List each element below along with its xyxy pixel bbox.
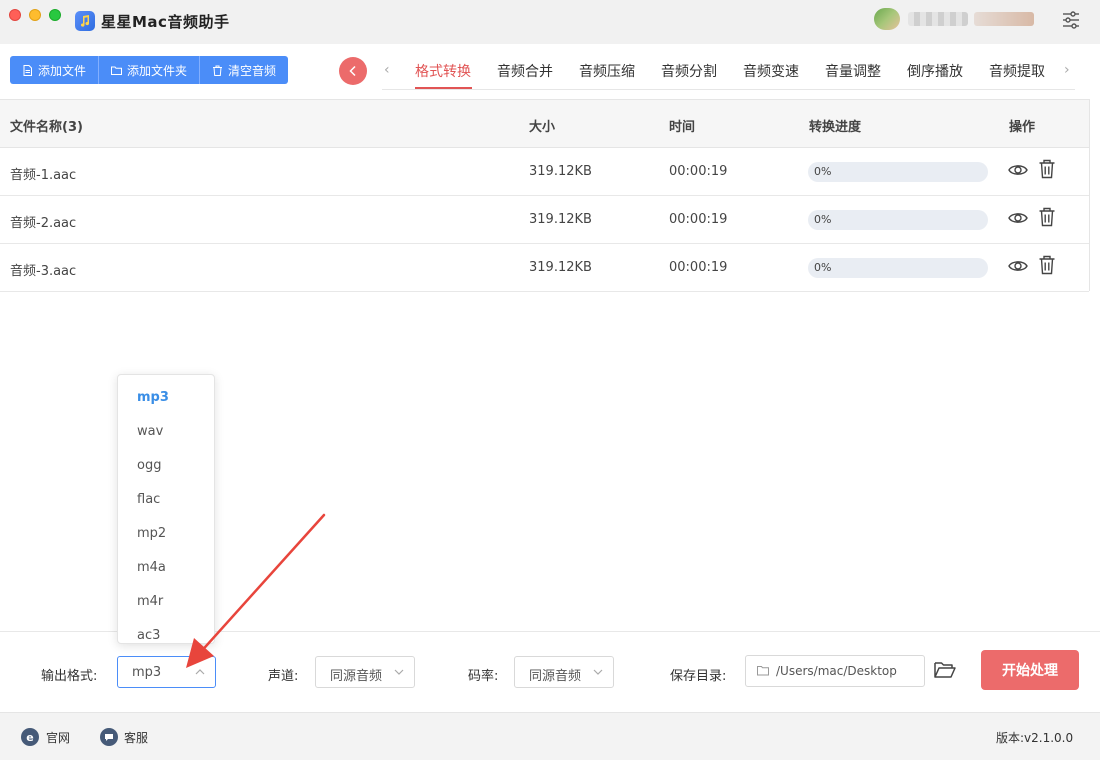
- file-table: 文件名称(3) 大小 时间 转换进度 操作 音频-1.aac 319.12KB …: [0, 99, 1090, 292]
- header-file-name: 文件名称(3): [10, 120, 83, 135]
- file-size: 319.12KB: [529, 260, 592, 275]
- file-name: 音频-1.aac: [10, 168, 77, 183]
- file-size: 319.12KB: [529, 212, 592, 227]
- format-option-ogg[interactable]: ogg: [137, 458, 161, 473]
- function-tabs: ‹ 格式转换 音频合并 音频压缩 音频分割 音频变速 音量调整 倒序播放 音频提…: [382, 52, 1075, 90]
- file-button-group: 添加文件 添加文件夹 清空音频: [10, 56, 289, 84]
- format-option-flac[interactable]: flac: [137, 492, 160, 507]
- tab-audio-compress[interactable]: 音频压缩: [579, 61, 635, 81]
- tab-audio-speed[interactable]: 音频变速: [743, 61, 799, 81]
- delete-trash-icon[interactable]: [1038, 159, 1056, 179]
- preview-eye-icon[interactable]: [1008, 160, 1028, 180]
- username-redacted: [908, 12, 968, 26]
- user-account[interactable]: [874, 8, 1034, 30]
- conversion-progress-bar: 0%: [808, 162, 988, 182]
- tab-audio-split[interactable]: 音频分割: [661, 61, 717, 81]
- start-processing-button[interactable]: 开始处理: [981, 650, 1079, 690]
- channel-select[interactable]: 同源音频: [315, 656, 415, 688]
- add-folder-label: 添加文件夹: [127, 63, 188, 78]
- file-duration: 00:00:19: [669, 212, 728, 227]
- header-actions: 操作: [1009, 120, 1036, 135]
- table-row[interactable]: 音频-3.aac 319.12KB 00:00:19 0%: [0, 244, 1089, 292]
- file-icon: [23, 64, 32, 76]
- version-text: 版本:v2.1.0.0: [996, 731, 1074, 745]
- add-folder-button[interactable]: 添加文件夹: [99, 56, 201, 84]
- annotation-arrow: [186, 513, 326, 668]
- add-file-button[interactable]: 添加文件: [10, 56, 100, 84]
- preview-eye-icon[interactable]: [1008, 208, 1028, 228]
- close-window-button[interactable]: [9, 9, 21, 21]
- table-row[interactable]: 音频-2.aac 319.12KB 00:00:19 0%: [0, 196, 1089, 244]
- tab-reverse-play[interactable]: 倒序播放: [907, 61, 963, 81]
- minimize-window-button[interactable]: [29, 9, 41, 21]
- format-option-m4a[interactable]: m4a: [137, 560, 166, 575]
- progress-text: 0%: [814, 165, 832, 178]
- header-progress: 转换进度: [809, 120, 862, 135]
- trash-icon: [213, 65, 223, 76]
- website-link[interactable]: 官网: [46, 729, 70, 746]
- table-row[interactable]: 音频-1.aac 319.12KB 00:00:19 0%: [0, 148, 1089, 196]
- tab-audio-extract[interactable]: 音频提取: [989, 61, 1045, 81]
- header-time: 时间: [669, 120, 696, 135]
- conversion-progress-bar: 0%: [808, 258, 988, 278]
- bitrate-value: 同源音频: [529, 669, 582, 684]
- svg-text:e: e: [26, 731, 33, 744]
- save-dir-field[interactable]: /Users/mac/Desktop: [745, 655, 925, 687]
- format-option-m4r[interactable]: m4r: [137, 594, 163, 609]
- title-bar: 星星Mac音频助手: [0, 0, 1100, 44]
- conversion-progress-bar: 0%: [808, 210, 988, 230]
- tab-volume-adjust[interactable]: 音量调整: [825, 61, 881, 81]
- support-link[interactable]: 客服: [124, 729, 148, 746]
- output-format-value: mp3: [132, 665, 162, 680]
- chevron-left-icon: [349, 65, 356, 77]
- file-name: 音频-2.aac: [10, 216, 77, 231]
- open-folder-icon[interactable]: [934, 661, 956, 679]
- delete-trash-icon[interactable]: [1038, 255, 1056, 275]
- chevron-down-icon: [394, 669, 404, 675]
- save-dir-value: /Users/mac/Desktop: [776, 664, 897, 678]
- table-header: 文件名称(3) 大小 时间 转换进度 操作: [0, 100, 1089, 148]
- settings-sliders-icon[interactable]: [1062, 11, 1080, 29]
- format-option-wav[interactable]: wav: [137, 424, 163, 439]
- folder-icon: [757, 666, 769, 676]
- output-format-label: 输出格式:: [41, 669, 98, 684]
- format-option-mp3[interactable]: mp3: [137, 390, 169, 405]
- account-info-redacted: [974, 12, 1034, 26]
- app-title: 星星Mac音频助手: [101, 13, 230, 31]
- chat-support-icon: [100, 728, 118, 746]
- file-name: 音频-3.aac: [10, 264, 77, 279]
- clear-audio-button[interactable]: 清空音频: [200, 56, 289, 84]
- preview-eye-icon[interactable]: [1008, 256, 1028, 276]
- zoom-window-button[interactable]: [49, 9, 61, 21]
- progress-text: 0%: [814, 261, 832, 274]
- tabs-scroll-left-icon[interactable]: ‹: [384, 62, 390, 78]
- channel-value: 同源音频: [330, 669, 383, 684]
- file-size: 319.12KB: [529, 164, 592, 179]
- active-tab-indicator: [415, 87, 472, 89]
- progress-text: 0%: [814, 213, 832, 226]
- chevron-down-icon: [593, 669, 603, 675]
- bitrate-label: 码率:: [468, 669, 499, 684]
- tab-format-convert[interactable]: 格式转换: [415, 61, 471, 81]
- add-file-label: 添加文件: [38, 63, 87, 78]
- file-duration: 00:00:19: [669, 164, 728, 179]
- clear-audio-label: 清空音频: [228, 63, 277, 78]
- header-size: 大小: [529, 120, 556, 135]
- save-dir-label: 保存目录:: [670, 669, 727, 684]
- avatar: [874, 8, 900, 30]
- website-icon: e: [21, 728, 39, 746]
- delete-trash-icon[interactable]: [1038, 207, 1056, 227]
- tab-audio-merge[interactable]: 音频合并: [497, 61, 553, 81]
- back-button[interactable]: [339, 57, 367, 85]
- format-option-mp2[interactable]: mp2: [137, 526, 166, 541]
- file-duration: 00:00:19: [669, 260, 728, 275]
- folder-icon: [111, 66, 123, 75]
- bitrate-select[interactable]: 同源音频: [514, 656, 614, 688]
- format-option-ac3[interactable]: ac3: [137, 628, 160, 643]
- footer-bar: e 官网 客服 版本:v2.1.0.0: [0, 712, 1100, 760]
- app-logo-icon: [75, 11, 95, 31]
- tabs-scroll-right-icon[interactable]: ›: [1064, 62, 1070, 78]
